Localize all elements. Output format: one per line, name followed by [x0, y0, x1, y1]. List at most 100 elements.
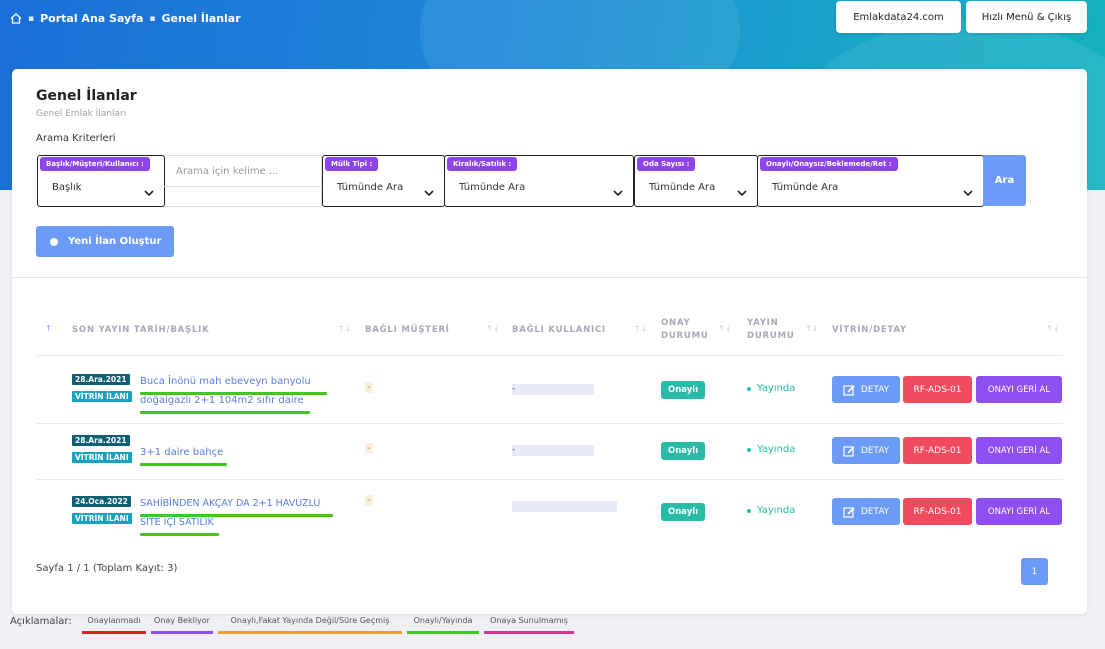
- column-header-date-title[interactable]: SON YAYIN TARİH/BAŞLIK: [72, 324, 210, 337]
- publish-status: Yayında: [747, 444, 795, 455]
- legend-bar: [407, 631, 479, 634]
- ref-code-button[interactable]: RF-ADS-01: [903, 376, 972, 403]
- sort-asc-icon[interactable]: ↑: [45, 324, 52, 333]
- create-listing-label: Yeni İlan Oluştur: [68, 236, 162, 247]
- search-input[interactable]: Arama için kelime ...: [164, 155, 322, 207]
- approval-badge: Onaylı: [661, 442, 706, 460]
- listings-card: Genel İlanlar Genel Emlak İlanları Arama…: [12, 69, 1087, 614]
- filter-tag: Oda Sayısı :: [637, 157, 696, 171]
- legend-bar: [82, 631, 146, 634]
- revoke-approval-button[interactable]: ONAYI GERİ AL: [976, 376, 1062, 403]
- bound-user: [512, 501, 617, 512]
- detail-button[interactable]: DETAY: [832, 498, 900, 525]
- bound-user: -: [512, 445, 594, 456]
- filter-search-type[interactable]: Başlık/Müşteri/Kullanıcı : Başlık: [37, 155, 165, 207]
- page-title: Genel İlanlar: [36, 88, 137, 104]
- divider: [12, 277, 1087, 278]
- search-placeholder: Arama için kelime ...: [176, 166, 279, 177]
- filter-approval-status[interactable]: Onaylı/Onaysız/Beklemede/Ret : Tümünde A…: [757, 155, 984, 207]
- legend-item-not-submitted: Onaya Sunulmamış: [490, 616, 568, 625]
- publish-status: Yayında: [747, 383, 795, 394]
- page-subtitle: Genel Emlak İlanları: [36, 109, 127, 119]
- row-divider: [36, 355, 1063, 356]
- listing-title-link[interactable]: Buca İnönü mah ebeveyn banyolu: [140, 373, 311, 391]
- sort-icon[interactable]: ↑↓: [486, 324, 499, 333]
- row-divider: [36, 423, 1063, 424]
- column-header-publish[interactable]: YAYIN DURUMU: [747, 317, 795, 343]
- breadcrumb-current: Genel İlanlar: [161, 12, 241, 25]
- bound-customer: -: [365, 495, 373, 506]
- breadcrumb-home-link[interactable]: Portal Ana Sayfa: [40, 12, 143, 25]
- status-underline: [140, 533, 219, 536]
- approval-badge: Onaylı: [661, 503, 706, 521]
- toggle-icon: [50, 237, 58, 246]
- filter-room-count[interactable]: Oda Sayısı : Tümünde Ara: [634, 155, 758, 207]
- row-divider: [36, 479, 1063, 480]
- legend-bar: [218, 631, 402, 634]
- criteria-label: Arama Kriterleri: [36, 133, 116, 144]
- sort-icon[interactable]: ↑↓: [1046, 324, 1059, 333]
- filter-rent-sale[interactable]: Kiralık/Satılık : Tümünde Ara: [444, 155, 634, 207]
- sort-icon[interactable]: ↑↓: [634, 324, 647, 333]
- quick-menu-button[interactable]: Hızlı Menü & Çıkış: [966, 1, 1087, 33]
- breadcrumb: ▪ Portal Ana Sayfa ▪ Genel İlanlar: [10, 12, 241, 25]
- filter-tag: Kiralık/Satılık :: [447, 157, 518, 171]
- legend-item-published: Onaylı/Yayında: [413, 616, 473, 625]
- bound-user: -: [512, 384, 594, 395]
- sort-icon[interactable]: ↑↓: [718, 324, 731, 333]
- ref-code-button[interactable]: RF-ADS-01: [903, 498, 972, 525]
- chevron-down-icon: [737, 182, 747, 201]
- listing-title-link[interactable]: 3+1 daire bahçe: [140, 444, 223, 462]
- sort-icon[interactable]: ↑↓: [805, 324, 818, 333]
- chevron-down-icon: [144, 182, 154, 201]
- filter-property-type[interactable]: Mülk Tipi : Tümünde Ara: [322, 155, 445, 207]
- filter-tag: Onaylı/Onaysız/Beklemede/Ret :: [760, 157, 898, 171]
- showcase-badge: VİTRİN İLANI: [72, 391, 132, 402]
- listing-title-link[interactable]: SAHİBİNDEN AKÇAY DA 2+1 HAVUZLU: [140, 495, 320, 513]
- site-link-button[interactable]: Emlakdata24.com: [836, 1, 961, 33]
- bound-customer: -: [365, 443, 373, 454]
- filter-value: Tümünde Ara: [337, 182, 404, 193]
- revoke-approval-button[interactable]: ONAYI GERİ AL: [976, 498, 1062, 525]
- filter-tag: Başlık/Müşteri/Kullanıcı :: [40, 157, 150, 171]
- publish-status: Yayında: [747, 505, 795, 516]
- date-badge: 28.Ara.2021: [72, 374, 130, 385]
- listing-title-link-line2[interactable]: doğalgazlı 2+1 104m2 sıfır daire: [140, 392, 304, 410]
- filter-value: Tümünde Ara: [772, 182, 839, 193]
- column-header-showcase[interactable]: VİTRİN/DETAY: [832, 324, 907, 337]
- ref-code-button[interactable]: RF-ADS-01: [903, 437, 972, 464]
- showcase-badge: VİTRİN İLANI: [72, 513, 132, 524]
- date-badge: 28.Ara.2021: [72, 435, 130, 446]
- pagination-summary: Sayfa 1 / 1 (Toplam Kayıt: 3): [36, 563, 178, 574]
- edit-icon: [843, 506, 855, 518]
- chevron-down-icon: [613, 182, 623, 201]
- chevron-down-icon: [963, 182, 973, 201]
- date-badge: 24.Oca.2022: [72, 496, 131, 507]
- legend-item-approved-not-published: Onaylı,Fakat Yayında Değil/Süre Geçmiş: [230, 616, 390, 625]
- showcase-badge: VİTRİN İLANI: [72, 452, 132, 463]
- filter-tag: Mülk Tipi :: [325, 157, 379, 171]
- legend-bar: [484, 631, 574, 634]
- create-listing-button[interactable]: Yeni İlan Oluştur: [36, 226, 174, 257]
- page-button-1[interactable]: 1: [1021, 558, 1048, 585]
- legend-bar: [151, 631, 213, 634]
- column-header-user[interactable]: BAĞLI KULLANICI: [512, 324, 606, 337]
- approval-badge: Onaylı: [661, 381, 706, 399]
- detail-button[interactable]: DETAY: [832, 376, 900, 403]
- legend-label: Açıklamalar:: [10, 616, 72, 627]
- revoke-approval-button[interactable]: ONAYI GERİ AL: [976, 437, 1062, 464]
- breadcrumb-separator: ▪: [28, 13, 35, 24]
- search-button[interactable]: Ara: [983, 155, 1026, 206]
- filter-value: Tümünde Ara: [459, 182, 526, 193]
- sort-icon[interactable]: ↑↓: [338, 324, 351, 333]
- column-header-approval[interactable]: ONAY DURUMU: [661, 317, 709, 343]
- column-header-customer[interactable]: BAĞLI MÜŞTERİ: [365, 324, 450, 337]
- legend-item-not-approved: Onaylanmadı: [87, 616, 141, 625]
- edit-icon: [843, 445, 855, 457]
- home-icon[interactable]: [10, 13, 22, 24]
- edit-icon: [843, 384, 855, 396]
- listing-title-link-line2[interactable]: SİTE İÇİ SATILIK: [140, 514, 214, 532]
- detail-button[interactable]: DETAY: [832, 437, 900, 464]
- filter-value: Başlık: [52, 182, 82, 193]
- status-underline: [140, 463, 227, 466]
